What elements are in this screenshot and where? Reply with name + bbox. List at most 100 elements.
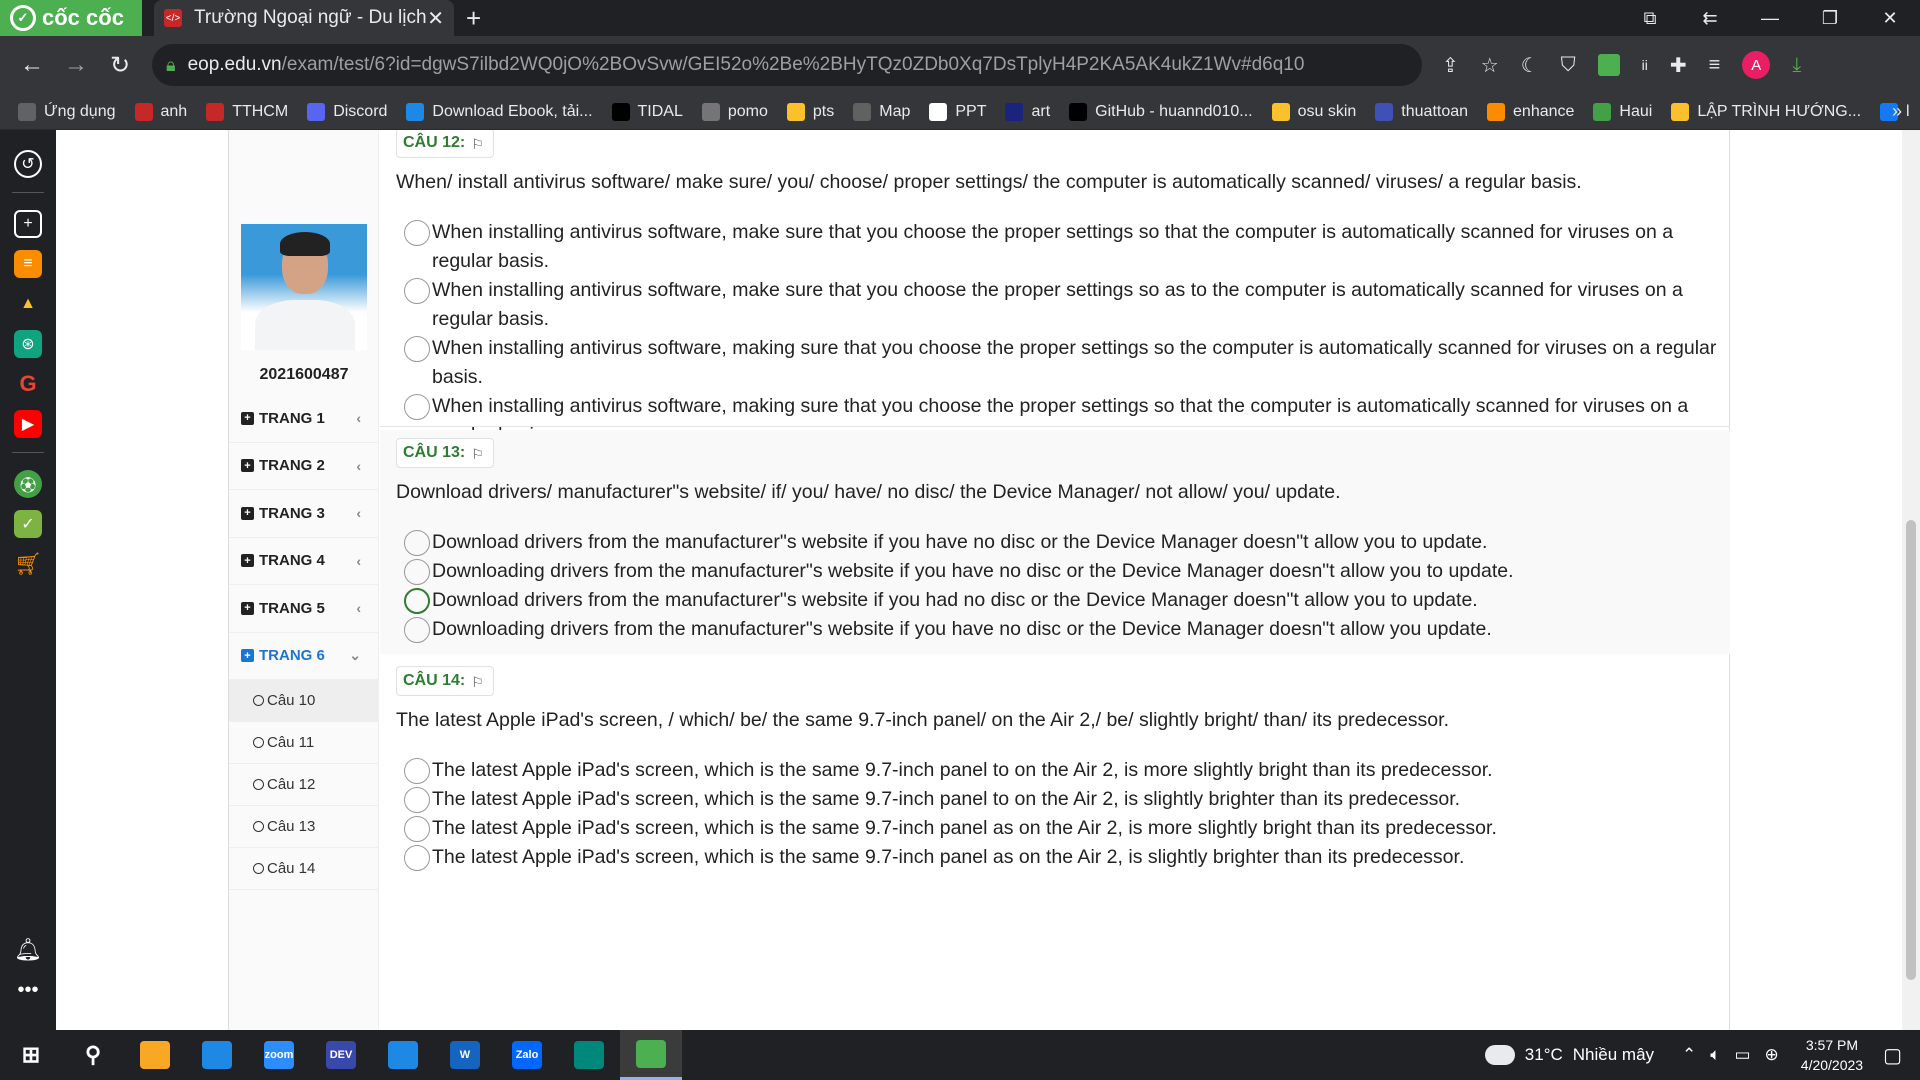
bookmark-item[interactable]: art [1005,102,1050,121]
taskbar-app[interactable]: Zalo [496,1030,558,1080]
page-nav-item[interactable]: + TRANG 6 ⌄ [229,633,379,680]
bookmark-item[interactable]: GitHub - huannd010... [1069,102,1253,121]
flag-icon[interactable]: ⚐ [471,136,487,152]
tab-close-icon[interactable]: ✕ [427,6,444,31]
taskbar-app[interactable] [124,1030,186,1080]
bookmark-item[interactable]: Ứng dụng [18,102,116,121]
restore-button[interactable]: ❐ [1800,8,1860,29]
new-tab-button[interactable]: + [466,3,481,34]
chevron-up-icon[interactable]: ⌃ [1682,1045,1696,1065]
bookmark-item[interactable]: Map [853,102,910,121]
page-nav-item[interactable]: + TRANG 1 ‹ [229,395,379,443]
bookmark-item[interactable]: Download Ebook, tải... [406,102,593,121]
flag-icon[interactable]: ⚐ [471,674,487,690]
answer-option[interactable]: The latest Apple iPad's screen, which is… [396,843,1730,872]
radio-button[interactable] [404,816,430,842]
taskbar-app[interactable] [186,1030,248,1080]
taskbar-app[interactable]: ⊞ [0,1030,62,1080]
bookmarks-overflow-icon[interactable]: » [1892,101,1902,122]
browser-tab[interactable]: </> Trường Ngoại ngữ - Du lịch ✕ [154,0,454,36]
question-nav-item[interactable]: Câu 14 [229,848,379,890]
question-nav-item[interactable]: Câu 10 [229,680,379,722]
google-drive-icon[interactable]: ▲ [14,290,42,318]
answer-option[interactable]: Downloading drivers from the manufacture… [396,615,1730,644]
taskbar-app[interactable]: ⚲ [62,1030,124,1080]
shield-check-icon[interactable]: ✓ [14,510,42,538]
radio-button[interactable] [404,336,430,362]
answer-option[interactable]: Download drivers from the manufacturer"s… [396,586,1730,615]
address-bar[interactable]: 🔒︎ eop.edu.vn /exam/test/6?id=dgwS7ilbd2… [152,44,1422,86]
bookmark-item[interactable]: anh [134,102,187,121]
taskbar-app[interactable]: DEV [310,1030,372,1080]
page-nav-item[interactable]: + TRANG 3 ‹ [229,490,379,538]
taskbar-app[interactable]: W [434,1030,496,1080]
close-window-button[interactable]: ✕ [1860,8,1920,29]
bookmark-item[interactable]: PPT [929,102,986,121]
answer-option[interactable]: When installing antivirus software, make… [396,218,1730,276]
clock[interactable]: 3:57 PM 4/20/2023 [1801,1035,1863,1075]
coccoc-brand[interactable]: ✓ cốc cốc [0,0,142,36]
volume-icon[interactable]: 🔈︎ [1710,1045,1720,1065]
bookmark-item[interactable]: LẬP TRÌNH HƯỚNG... [1671,102,1861,121]
share-icon[interactable]: ⇪ [1442,53,1459,78]
action-center-icon[interactable]: ▢ [1883,1043,1902,1068]
battery-icon[interactable]: ▭ [1734,1045,1750,1065]
scrollbar-thumb[interactable] [1906,520,1916,980]
google-icon[interactable]: G [14,370,42,398]
forward-button[interactable]: → [54,51,98,79]
bookmark-item[interactable]: pomo [701,102,768,121]
answer-option[interactable]: The latest Apple iPad's screen, which is… [396,814,1730,843]
radio-button[interactable] [404,617,430,643]
page-nav-item[interactable]: + TRANG 2 ‹ [229,443,379,490]
shield-icon[interactable]: ⛉ [1561,54,1576,77]
reading-list-icon[interactable]: ⇇ [1680,8,1740,29]
bookmark-item[interactable]: enhance [1487,102,1574,121]
taskbar-app[interactable]: zoom [248,1030,310,1080]
page-scrollbar[interactable] [1902,130,1920,1030]
bookmark-item[interactable]: thuattoan [1375,102,1468,121]
page-nav-item[interactable]: + TRANG 4 ‹ [229,538,379,585]
screenshot-icon[interactable]: ⧉ [1620,8,1680,29]
shopping-cart-icon[interactable]: 🛒︎ [14,550,42,578]
reload-button[interactable]: ↻ [98,51,142,80]
answer-option[interactable]: When installing antivirus software, maki… [396,334,1730,392]
taskbar-app[interactable] [372,1030,434,1080]
add-icon[interactable]: + [14,210,42,238]
extensions-puzzle-icon[interactable]: ✚ [1670,53,1687,78]
answer-option[interactable]: Downloading drivers from the manufacture… [396,557,1730,586]
answer-option[interactable]: The latest Apple iPad's screen, which is… [396,785,1730,814]
page-nav-item[interactable]: + TRANG 5 ‹ [229,585,379,633]
bookmark-item[interactable]: osu skin [1271,102,1356,121]
bookmark-item[interactable]: pts [786,102,834,121]
soccer-icon[interactable]: ⚽︎ [14,470,42,498]
radio-selected[interactable] [404,588,430,614]
answer-option[interactable]: Download drivers from the manufacturer"s… [396,528,1730,557]
notes-app-icon[interactable]: ≡ [14,250,42,278]
answer-option[interactable]: The latest Apple iPad's screen, which is… [396,756,1730,785]
secure-lock-icon[interactable]: 🔒︎ [166,55,176,76]
download-extension-icon[interactable] [1597,54,1620,76]
dark-mode-icon[interactable]: ☾ [1521,53,1539,78]
radio-button[interactable] [404,559,430,585]
flag-icon[interactable]: ⚐ [471,446,487,462]
back-button[interactable]: ← [10,51,54,79]
globe-icon[interactable]: ⊕ [1765,1045,1779,1065]
question-nav-item[interactable]: Câu 12 [229,764,379,806]
radio-button[interactable] [404,530,430,556]
weather-widget[interactable]: 31°C Nhiều mây [1484,1045,1654,1065]
extension-text-icon[interactable]: ii [1642,57,1648,73]
bookmark-item[interactable]: TTHCM [206,102,288,121]
playlist-icon[interactable]: ≡ [1709,54,1721,77]
bookmark-item[interactable]: Haui [1593,102,1652,121]
radio-button[interactable] [404,394,430,420]
radio-button[interactable] [404,787,430,813]
bookmark-star-icon[interactable]: ☆ [1481,53,1499,78]
bookmark-item[interactable]: TIDAL [611,102,683,121]
minimize-button[interactable]: — [1740,8,1800,29]
radio-button[interactable] [404,278,430,304]
question-nav-item[interactable]: Câu 13 [229,806,379,848]
profile-avatar[interactable]: A [1742,51,1771,79]
more-options-icon[interactable]: ••• [14,976,42,1004]
answer-option[interactable]: When installing antivirus software, make… [396,276,1730,334]
radio-button[interactable] [404,845,430,871]
